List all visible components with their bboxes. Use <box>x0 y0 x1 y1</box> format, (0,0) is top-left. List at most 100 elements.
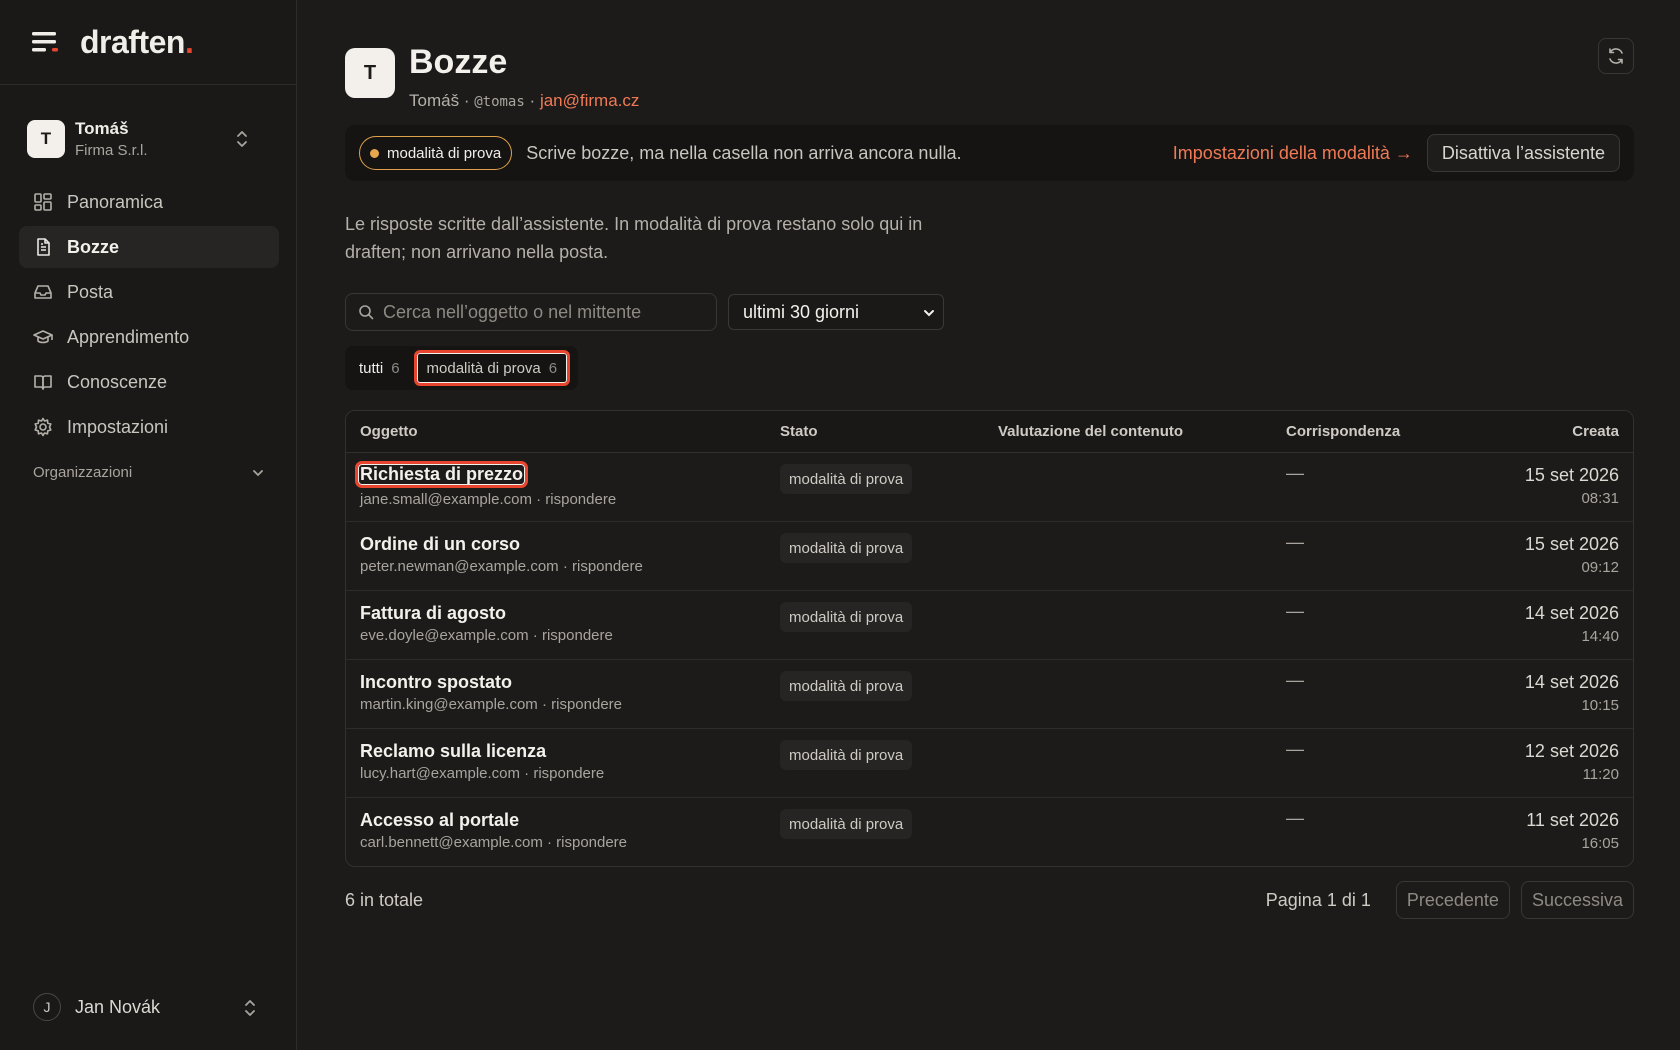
pagination: Pagina 1 di 1 Precedente Successiva <box>1266 881 1634 919</box>
table-row[interactable]: Accesso al portale carl.bennett@example.c… <box>346 798 1633 866</box>
table-row[interactable]: Reclamo sulla licenza lucy.hart@example.c… <box>346 729 1633 798</box>
chevron-up-down-icon <box>245 1000 255 1016</box>
sidebar-item-label: Apprendimento <box>67 326 190 347</box>
column-header-subject[interactable]: Oggetto <box>360 423 418 440</box>
status-badge: modalità di prova <box>780 809 913 839</box>
tab-test-mode[interactable]: modalità di prova 6 <box>413 350 571 386</box>
row-time: 09:12 <box>1581 559 1619 576</box>
page-title: Bozze <box>409 43 508 81</box>
column-header-evaluation[interactable]: Valutazione del contenuto <box>998 423 1183 440</box>
chevron-up-down-icon <box>237 131 247 147</box>
gear-icon <box>34 417 52 437</box>
sidebar-item-panoramica[interactable]: Panoramica <box>19 181 279 223</box>
workspace-company: Firma S.r.l. <box>75 142 148 159</box>
row-subject[interactable]: Reclamo sulla licenza <box>360 741 546 762</box>
table-row[interactable]: Fattura di agosto eve.doyle@example.com ·… <box>346 591 1633 660</box>
tab-count: 6 <box>391 359 400 377</box>
total-count: 6 in totale <box>345 890 424 910</box>
status-badge: modalità di prova <box>780 464 913 494</box>
table-row[interactable]: Ordine di un corso peter.newman@example.c… <box>346 522 1633 591</box>
account-name: Tomáš <box>409 91 460 111</box>
next-page-button[interactable]: Successiva <box>1520 881 1634 919</box>
sidebar-item-apprendimento[interactable]: Apprendimento <box>19 316 279 358</box>
column-header-correspondence[interactable]: Corrispondenza <box>1286 423 1400 440</box>
refresh-icon <box>1609 48 1623 64</box>
tab-label: tutti <box>359 359 384 377</box>
chevron-down-icon <box>253 469 263 476</box>
account-email[interactable]: jan@firma.cz <box>540 91 639 110</box>
row-sender: lucy.hart@example.com · rispondere <box>360 765 605 782</box>
sidebar-item-posta[interactable]: Posta <box>19 271 279 313</box>
search-icon <box>359 305 374 320</box>
row-subject[interactable]: Richiesta di prezzo <box>355 461 529 488</box>
search-box <box>345 293 717 331</box>
row-subject[interactable]: Accesso al portale <box>360 810 519 831</box>
badge-label: modalità di prova <box>387 144 502 162</box>
book-icon <box>34 375 52 390</box>
row-sender: martin.king@example.com · rispondere <box>360 696 622 713</box>
tab-all[interactable]: tutti 6 <box>349 350 410 386</box>
previous-page-button[interactable]: Precedente <box>1395 881 1510 919</box>
account-line: Tomáš · @tomas · jan@firma.cz <box>409 91 639 111</box>
filter-tabs: tutti 6 modalità di prova 6 <box>345 346 579 390</box>
sidebar-item-label: Conoscenze <box>67 371 168 392</box>
test-mode-banner: modalità di prova Scrive bozze, ma nella… <box>345 125 1634 181</box>
row-subject[interactable]: Fattura di agosto <box>360 603 506 624</box>
separator: · <box>529 91 536 111</box>
row-correspondence: — <box>1286 532 1304 552</box>
column-header-created[interactable]: Creata <box>1572 423 1619 440</box>
row-time: 08:31 <box>1581 490 1619 507</box>
search-input[interactable] <box>383 301 703 323</box>
column-header-state[interactable]: Stato <box>780 423 818 440</box>
row-correspondence: — <box>1286 739 1304 759</box>
mode-settings-link[interactable]: Impostazioni della modalità → <box>1173 143 1413 164</box>
table-row[interactable]: Incontro spostato martin.king@example.com… <box>346 660 1633 729</box>
tab-label: modalità di prova <box>426 359 541 377</box>
disable-assistant-button[interactable]: Disattiva l’assistente <box>1426 134 1620 172</box>
banner-text: Scrive bozze, ma nella casella non arriv… <box>526 142 962 163</box>
row-subject[interactable]: Incontro spostato <box>360 672 512 693</box>
date-range-select[interactable]: ultimi 30 giorni <box>728 294 944 330</box>
organizations-label: Organizzazioni <box>33 464 133 481</box>
row-sender: eve.doyle@example.com · rispondere <box>360 627 613 644</box>
chevron-down-icon <box>924 310 934 317</box>
page-info: Pagina 1 di 1 <box>1265 889 1371 910</box>
sidebar-item-label: Posta <box>67 281 114 302</box>
row-correspondence: — <box>1286 670 1304 690</box>
row-time: 11:20 <box>1582 766 1619 783</box>
workspace-switcher[interactable]: T Tomáš Firma S.r.l. <box>27 115 273 163</box>
status-badge: modalità di prova <box>780 533 913 563</box>
organizations-toggle[interactable]: Organizzazioni <box>33 464 265 481</box>
table-row[interactable]: Richiesta di prezzo jane.small@example.co… <box>346 453 1633 522</box>
row-sender: peter.newman@example.com · rispondere <box>360 558 643 575</box>
refresh-button[interactable] <box>1598 38 1634 74</box>
row-correspondence: — <box>1286 601 1304 621</box>
row-time: 10:15 <box>1581 697 1619 714</box>
sidebar-item-label: Panoramica <box>67 191 164 212</box>
page-header: T Bozze Tomáš · @tomas · jan@firma.cz <box>345 43 639 111</box>
row-date: 15 set 2026 <box>1524 465 1619 485</box>
status-badge: modalità di prova <box>780 602 913 632</box>
row-sender: carl.bennett@example.com · rispondere <box>360 834 628 851</box>
sidebar-item-bozze[interactable]: Bozze <box>19 226 279 268</box>
sidebar-item-label: Bozze <box>67 236 120 257</box>
test-mode-badge: modalità di prova <box>359 136 513 170</box>
row-sender: jane.small@example.com · rispondere <box>360 491 617 508</box>
workspace-name: Tomáš <box>75 119 129 138</box>
user-menu[interactable]: J Jan Novák <box>33 993 265 1021</box>
drafts-table: Oggetto Stato Valutazione del contenuto … <box>345 410 1634 867</box>
brand-bar: draften. <box>0 0 296 85</box>
logo[interactable]: draften. <box>80 24 194 61</box>
graduation-cap-icon <box>33 330 53 344</box>
menu-icon[interactable] <box>32 30 60 54</box>
sidebar-nav: Panoramica Bozze Posta Apprendimento Con… <box>19 181 279 451</box>
row-date: 15 set 2026 <box>1524 534 1619 554</box>
grid-icon <box>34 193 52 211</box>
row-date: 12 set 2026 <box>1524 741 1619 761</box>
sidebar-item-impostazioni[interactable]: Impostazioni <box>19 406 279 448</box>
row-correspondence: — <box>1286 463 1304 483</box>
row-subject[interactable]: Ordine di un corso <box>360 534 520 555</box>
status-badge: modalità di prova <box>780 740 913 770</box>
row-date: 14 set 2026 <box>1524 672 1619 692</box>
sidebar-item-conoscenze[interactable]: Conoscenze <box>19 361 279 403</box>
